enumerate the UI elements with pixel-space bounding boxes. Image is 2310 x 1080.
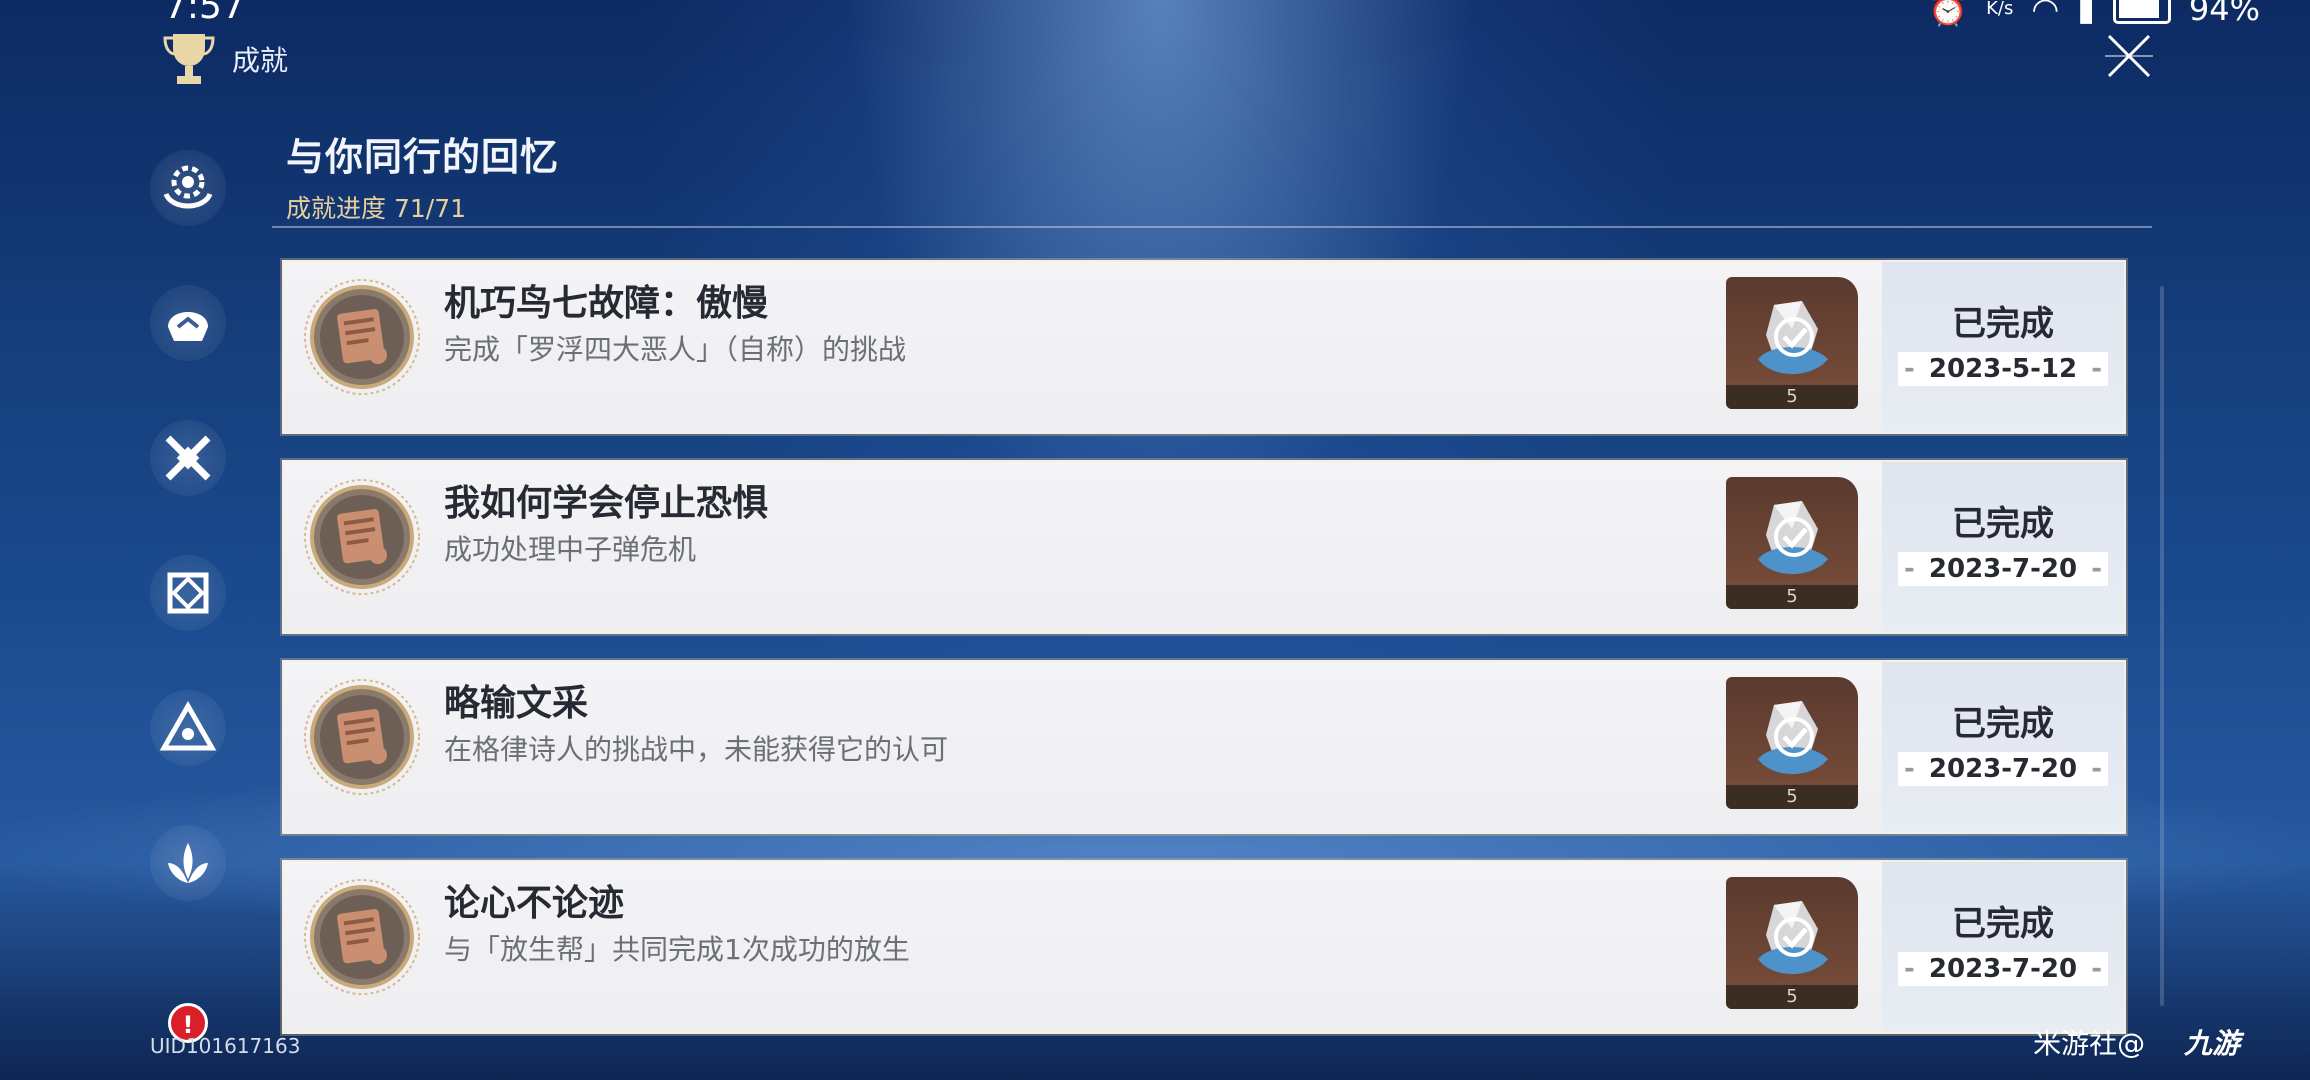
achievement-medal-icon [302, 277, 422, 397]
achievement-card[interactable]: 略输文采 在格律诗人的挑战中，未能获得它的认可 5 已完成 2023-7-20 [282, 660, 2126, 834]
achievement-title: 我如何学会停止恐惧 [444, 483, 769, 524]
achievement-card[interactable]: 论心不论迹 与「放生帮」共同完成1次成功的放生 5 已完成 2023-7-20 [282, 860, 2126, 1034]
status-text: 已完成 [1952, 504, 2054, 544]
stellar-jade-icon [1752, 499, 1832, 583]
header-divider [272, 226, 2152, 228]
uid-label: UID101617163 [150, 1034, 301, 1058]
completion-date: 2023-7-20 [1898, 552, 2108, 586]
signal-icon: ▮ [2077, 0, 2095, 28]
crossed-swords-icon [165, 435, 211, 481]
reward-item[interactable]: 5 [1726, 477, 1858, 609]
progress-label: 成就进度 [286, 194, 387, 223]
sidebar-item-6[interactable] [150, 825, 226, 901]
completion-date: 2023-7-20 [1898, 952, 2108, 986]
category-header: 与你同行的回忆 成就进度 71/71 [286, 126, 559, 225]
status-text: 已完成 [1952, 304, 2054, 344]
section-header: 成就 [160, 30, 288, 88]
progress-value: 71/71 [393, 194, 467, 223]
completion-status: 已完成 2023-7-20 [1882, 662, 2124, 832]
stellar-jade-icon [1752, 899, 1832, 983]
reward-item[interactable]: 5 [1726, 277, 1858, 409]
achievement-title: 论心不论迹 [444, 883, 625, 924]
sidebar-item-5[interactable] [150, 690, 226, 766]
net-speed: K/s [1986, 0, 2013, 18]
completion-status: 已完成 2023-5-12 [1882, 262, 2124, 432]
achievement-medal-icon [302, 477, 422, 597]
alarm-icon: ⏰ [1928, 0, 1969, 28]
achievement-title: 机巧鸟七故障：傲慢 [444, 283, 769, 324]
status-text: 已完成 [1952, 704, 2054, 744]
sidebar-item-2[interactable] [150, 285, 226, 361]
battery-percent: 94% [2188, 0, 2260, 28]
close-icon [2105, 34, 2153, 78]
completion-status: 已完成 2023-7-20 [1882, 862, 2124, 1032]
completion-date: 2023-7-20 [1898, 752, 2108, 786]
achievement-description: 与「放生帮」共同完成1次成功的放生 [444, 933, 910, 966]
close-button[interactable] [2103, 30, 2155, 82]
achievement-medal-icon [302, 877, 422, 997]
reward-item[interactable]: 5 [1726, 677, 1858, 809]
status-text: 已完成 [1952, 904, 2054, 944]
status-icons: ⏰ K/s ◠ ▮ 94% [1928, 0, 2260, 28]
sidebar-item-3[interactable] [150, 420, 226, 496]
triangle-emblem-icon [159, 700, 217, 751]
scrollbar[interactable] [2160, 286, 2164, 1006]
sidebar-item-1[interactable] [150, 150, 226, 226]
category-sidebar [150, 150, 230, 960]
achievement-description: 成功处理中子弹危机 [444, 533, 697, 566]
lotus-icon [168, 843, 208, 883]
helmet-icon [168, 312, 208, 341]
watermark: 米游社@ 九游 [2033, 1022, 2240, 1062]
sidebar-item-4[interactable] [150, 555, 226, 631]
achievement-medal-icon [302, 677, 422, 797]
achievement-description: 在格律诗人的挑战中，未能获得它的认可 [444, 733, 949, 766]
achievement-description: 完成「罗浮四大恶人」（自称）的挑战 [444, 333, 907, 366]
achievement-title: 略输文采 [444, 683, 589, 724]
reward-count: 5 [1726, 985, 1858, 1009]
achievement-card[interactable]: 机巧鸟七故障：傲慢 完成「罗浮四大恶人」（自称）的挑战 5 已完成 2023-5… [282, 260, 2126, 434]
achievement-list: 机巧鸟七故障：傲慢 完成「罗浮四大恶人」（自称）的挑战 5 已完成 2023-5… [282, 260, 2126, 1060]
achievement-card[interactable]: 我如何学会停止恐惧 成功处理中子弹危机 5 已完成 2023-7-20 [282, 460, 2126, 634]
achievement-progress: 成就进度 71/71 [286, 189, 559, 225]
reward-count: 5 [1726, 785, 1858, 809]
battery-icon [2112, 0, 2171, 24]
watermark-logo: 九游 [2183, 1027, 2240, 1060]
stellar-jade-icon [1752, 699, 1832, 783]
reward-count: 5 [1726, 585, 1858, 609]
status-bar: 7:57 ⏰ K/s ◠ ▮ 94% [0, 0, 2310, 30]
wifi-icon: ◠ [2031, 0, 2060, 28]
completion-status: 已完成 2023-7-20 [1882, 462, 2124, 632]
status-time: 7:57 [164, 0, 245, 27]
category-title: 与你同行的回忆 [286, 135, 560, 179]
watermark-text: 米游社@ [2033, 1027, 2146, 1060]
section-title: 成就 [232, 44, 289, 77]
diamond-emblem-icon [167, 572, 209, 614]
completion-date: 2023-5-12 [1898, 352, 2108, 386]
gear-hands-icon [163, 165, 213, 209]
trophy-icon [160, 30, 218, 88]
reward-count: 5 [1726, 385, 1858, 409]
net-speed-unit: K/s [1986, 0, 2014, 19]
stellar-jade-icon [1752, 299, 1832, 383]
reward-item[interactable]: 5 [1726, 877, 1858, 1009]
